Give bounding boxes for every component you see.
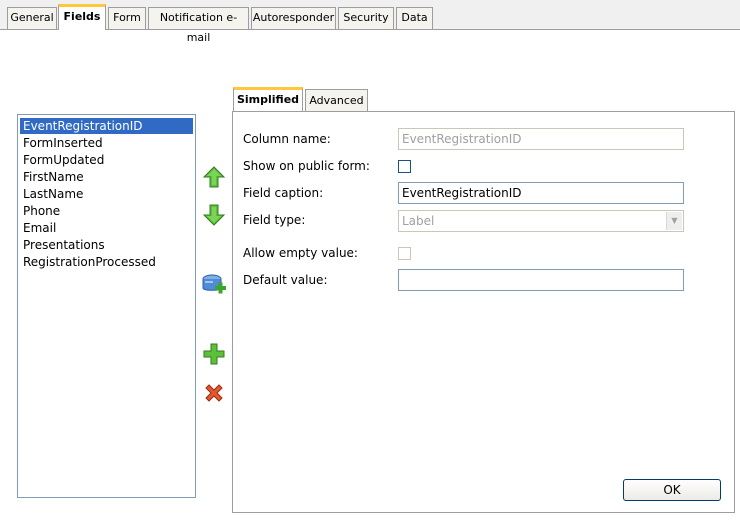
tab-general[interactable]: General — [7, 7, 57, 29]
move-down-icon[interactable] — [202, 203, 226, 227]
tab-data[interactable]: Data — [396, 7, 433, 29]
ok-button[interactable]: OK — [623, 479, 721, 501]
tab-notification-email[interactable]: Notification e-mail — [148, 7, 249, 44]
tab-advanced[interactable]: Advanced — [305, 89, 368, 111]
list-item[interactable]: Phone — [20, 203, 193, 219]
list-item[interactable]: FirstName — [20, 169, 193, 185]
field-caption-input[interactable]: EventRegistrationID — [398, 182, 684, 204]
list-item[interactable]: Email — [20, 220, 193, 236]
default-value-input[interactable] — [398, 269, 684, 291]
column-name-field: EventRegistrationID — [398, 128, 684, 150]
allow-empty-checkbox — [398, 247, 411, 260]
list-item[interactable]: Presentations — [20, 237, 193, 253]
list-item[interactable]: FormInserted — [20, 135, 193, 151]
tab-simplified[interactable]: Simplified — [233, 87, 303, 111]
list-item[interactable]: FormUpdated — [20, 152, 193, 168]
tab-autoresponder[interactable]: Autoresponder — [251, 7, 336, 29]
tab-fields[interactable]: Fields — [58, 4, 106, 30]
allow-empty-label: Allow empty value: — [243, 246, 358, 260]
delete-icon[interactable] — [202, 381, 226, 405]
field-caption-label: Field caption: — [243, 186, 324, 200]
column-name-label: Column name: — [243, 132, 331, 146]
field-type-value: Label — [402, 214, 435, 228]
database-add-icon[interactable] — [201, 272, 227, 298]
list-item[interactable]: EventRegistrationID — [20, 118, 193, 134]
default-value-label: Default value: — [243, 273, 328, 287]
show-public-checkbox[interactable] — [398, 160, 411, 173]
move-up-icon[interactable] — [202, 165, 226, 189]
show-public-label: Show on public form: — [243, 159, 370, 173]
tab-strip-divider — [0, 29, 740, 30]
add-icon[interactable] — [202, 342, 226, 366]
chevron-down-icon: ▼ — [666, 212, 682, 230]
field-type-label: Field type: — [243, 213, 306, 227]
list-item[interactable]: RegistrationProcessed — [20, 254, 193, 270]
tab-form[interactable]: Form — [108, 7, 146, 29]
list-item[interactable]: LastName — [20, 186, 193, 202]
field-list[interactable]: EventRegistrationID FormInserted FormUpd… — [17, 114, 196, 498]
tab-security[interactable]: Security — [338, 7, 394, 29]
field-type-select: Label ▼ — [398, 210, 684, 232]
